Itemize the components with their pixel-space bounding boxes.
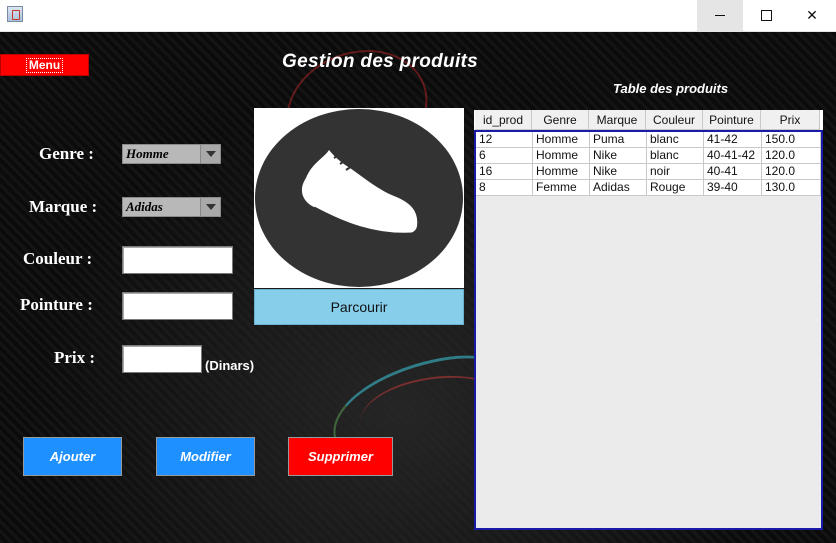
table-cell: 40-41: [704, 164, 762, 180]
table-cell: 150.0: [762, 132, 821, 148]
couleur-field[interactable]: [122, 246, 233, 274]
table-cell: 41-42: [704, 132, 762, 148]
minimize-icon: [715, 15, 725, 16]
table-body[interactable]: 12 Homme Puma blanc 41-42 150.0 6 Homme Nike blan…: [474, 130, 823, 530]
chevron-down-icon[interactable]: [200, 145, 220, 163]
column-header[interactable]: id_prod: [475, 110, 532, 130]
menu-button[interactable]: Menu: [0, 54, 89, 76]
table-row[interactable]: 16 Homme Nike noir 40-41 120.0: [476, 164, 821, 180]
table-cell: Femme: [533, 180, 590, 196]
table-cell: blanc: [647, 148, 704, 164]
pointure-field[interactable]: [122, 292, 233, 320]
table-row[interactable]: 6 Homme Nike blanc 40-41-42 120.0: [476, 148, 821, 164]
table-cell: Homme: [533, 132, 590, 148]
main-panel: Menu Gestion des produits Table des prod…: [0, 32, 836, 543]
table-cell: noir: [647, 164, 704, 180]
product-image: [254, 108, 464, 288]
pointure-label: Pointure :: [20, 295, 93, 314]
maximize-icon: [760, 10, 772, 21]
table-cell: Puma: [590, 132, 647, 148]
edit-button[interactable]: Modifier: [156, 437, 255, 476]
close-icon: ✕: [806, 7, 818, 24]
prix-field[interactable]: [122, 345, 202, 373]
java-app-icon: [7, 6, 23, 22]
marque-select[interactable]: Adidas: [122, 197, 221, 217]
maximize-button[interactable]: [743, 0, 789, 31]
chevron-down-icon[interactable]: [200, 198, 220, 216]
table-cell: 6: [476, 148, 533, 164]
browse-button[interactable]: Parcourir: [254, 289, 464, 325]
minimize-button[interactable]: [697, 0, 743, 31]
delete-button[interactable]: Supprimer: [288, 437, 393, 476]
table-cell: 120.0: [762, 164, 821, 180]
table-cell: 8: [476, 180, 533, 196]
genre-label: Genre :: [39, 144, 94, 163]
column-header[interactable]: Pointure: [703, 110, 761, 130]
marque-select-value: Adidas: [126, 199, 163, 214]
close-button[interactable]: ✕: [789, 0, 835, 31]
sneaker-icon: [255, 109, 463, 287]
products-table[interactable]: id_prod Genre Marque Couleur Pointure Prix 12…: [474, 110, 823, 530]
menu-label: Menu: [25, 57, 64, 73]
table-cell: 130.0: [762, 180, 821, 196]
marque-label: Marque :: [29, 197, 98, 216]
column-header[interactable]: Genre: [532, 110, 589, 130]
add-button[interactable]: Ajouter: [23, 437, 122, 476]
table-cell: Nike: [590, 164, 647, 180]
table-cell: Adidas: [590, 180, 647, 196]
table-cell: Rouge: [647, 180, 704, 196]
table-cell: 16: [476, 164, 533, 180]
page-title: Gestion des produits: [282, 51, 479, 72]
table-header: id_prod Genre Marque Couleur Pointure Prix: [475, 110, 820, 130]
couleur-label: Couleur :: [23, 249, 93, 268]
window-titlebar: ✕: [0, 0, 836, 32]
table-cell: 40-41-42: [704, 148, 762, 164]
genre-select-value: Homme: [126, 146, 169, 161]
table-cell: blanc: [647, 132, 704, 148]
table-cell: Homme: [533, 148, 590, 164]
table-row[interactable]: 12 Homme Puma blanc 41-42 150.0: [476, 132, 821, 148]
table-cell: 39-40: [704, 180, 762, 196]
table-cell: Nike: [590, 148, 647, 164]
column-header[interactable]: Couleur: [646, 110, 703, 130]
table-row[interactable]: 8 Femme Adidas Rouge 39-40 130.0: [476, 180, 821, 196]
prix-unit: (Dinars): [205, 358, 255, 373]
column-header[interactable]: Marque: [589, 110, 646, 130]
genre-select[interactable]: Homme: [122, 144, 221, 164]
column-header[interactable]: Prix: [761, 110, 820, 130]
prix-label: Prix :: [54, 348, 96, 367]
table-cell: 12: [476, 132, 533, 148]
table-cell: Homme: [533, 164, 590, 180]
table-cell: 120.0: [762, 148, 821, 164]
table-caption: Table des produits: [613, 81, 729, 96]
